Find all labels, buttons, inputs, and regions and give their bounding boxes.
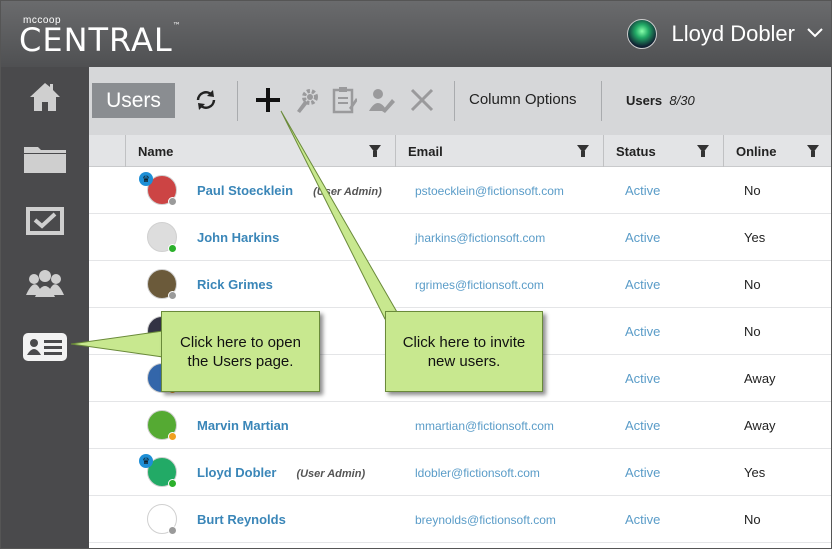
callout-invite-users: Click here to invite new users.	[385, 311, 543, 392]
callout-users-page: Click here to open the Users page.	[161, 311, 320, 392]
callout-pointers	[70, 110, 402, 358]
app-window: mccoop CENTRAL™ Lloyd Dobler Users Colum…	[0, 0, 832, 549]
